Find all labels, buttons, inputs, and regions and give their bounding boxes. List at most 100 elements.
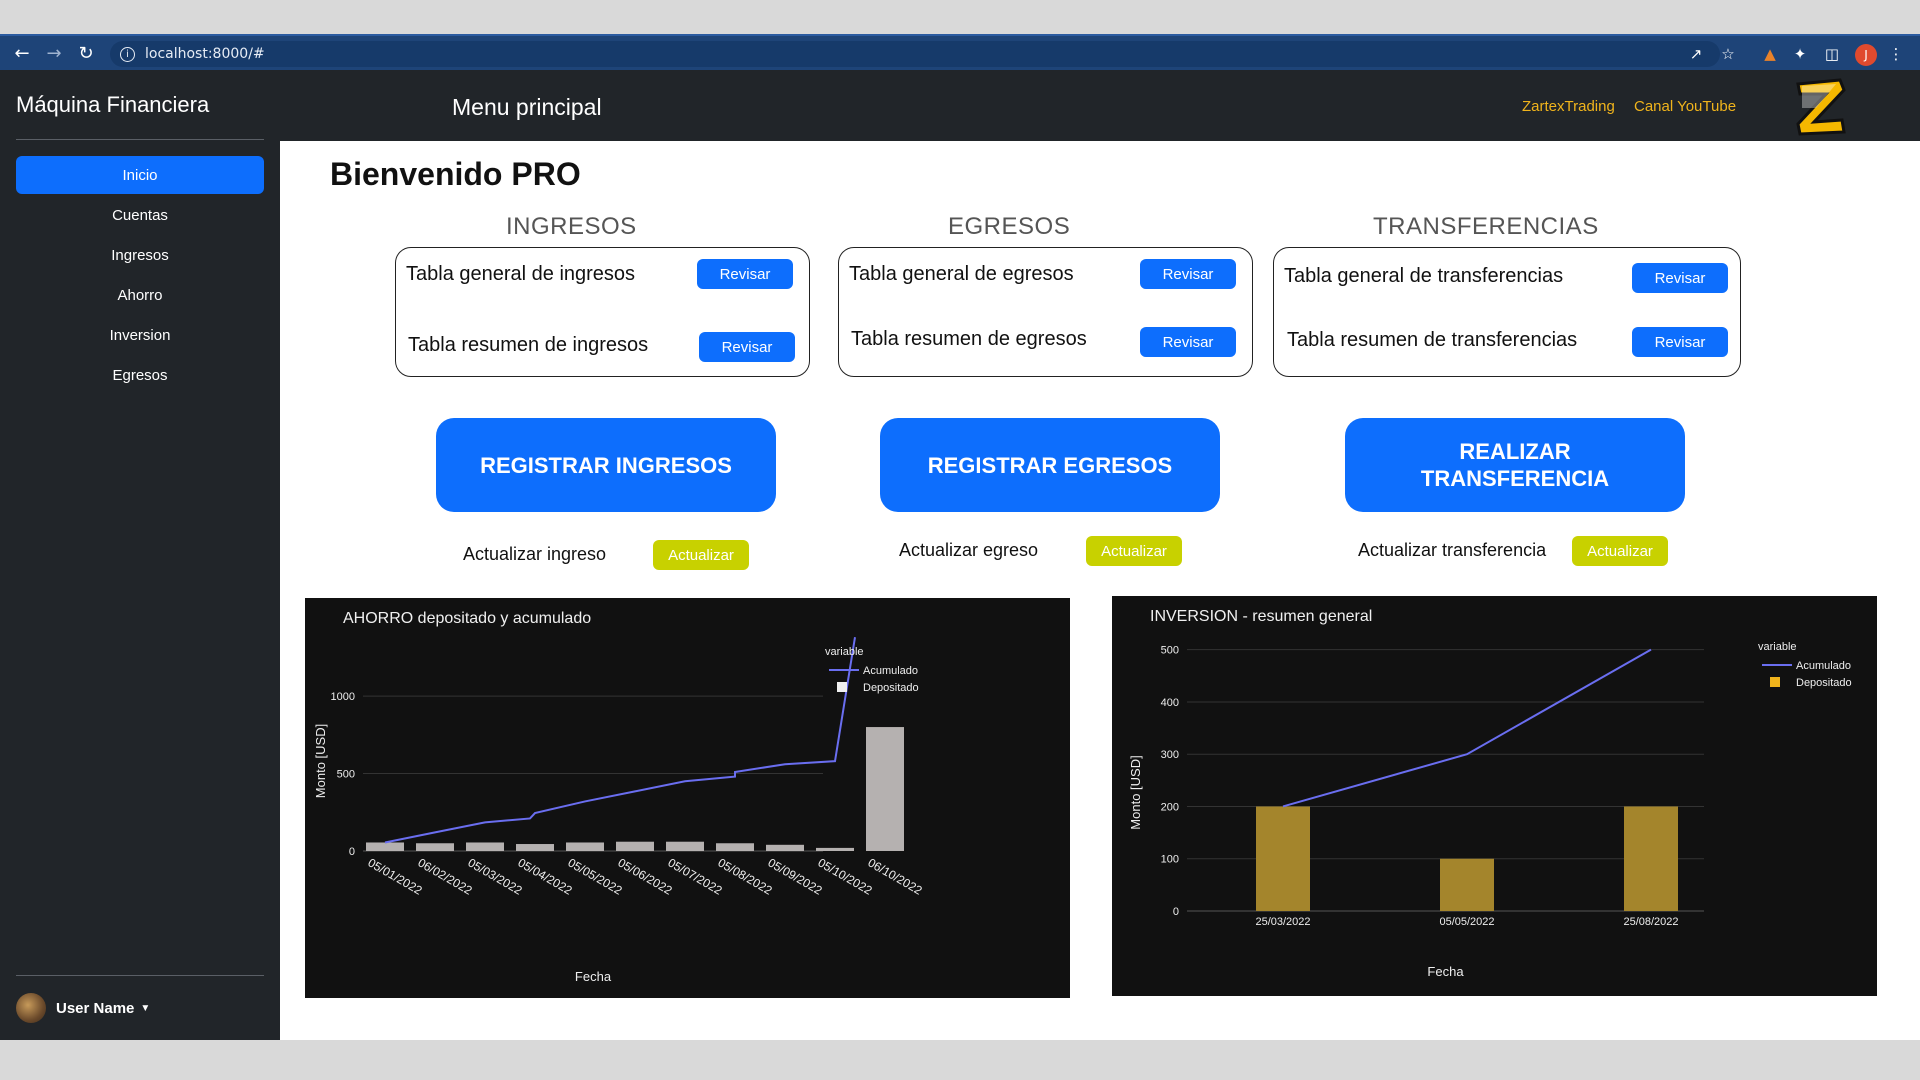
back-icon[interactable]: ← (8, 39, 36, 67)
sidebar-item-ahorro[interactable]: Ahorro (16, 276, 264, 314)
reload-icon[interactable]: ↻ (72, 39, 100, 67)
revisar-general-egresos-button[interactable]: Revisar (1140, 259, 1236, 289)
row-label-general-transferencias: Tabla general de transferencias (1284, 265, 1564, 287)
inversion-chart[interactable]: INVERSION - resumen general 0 100 200 300 40… (1112, 596, 1877, 996)
revisar-resumen-ingresos-button[interactable]: Revisar (699, 332, 795, 362)
bar-depositado (366, 842, 404, 851)
actualizar-ingreso-button[interactable]: Actualizar (653, 540, 749, 570)
bar-depositado (616, 841, 654, 851)
x-tick-label: 05/03/2022 (466, 855, 525, 897)
registrar-egresos-button[interactable]: REGISTRAR EGRESOS (880, 418, 1220, 512)
bar-depositado (516, 844, 554, 851)
bar-depositado (816, 847, 854, 851)
bar-depositado (766, 844, 804, 851)
realizar-transferencia-button[interactable]: REALIZAR TRANSFERENCIA (1345, 418, 1685, 512)
fox-extension-icon[interactable]: ▲ (1760, 44, 1780, 64)
y-tick-label: 500 (1161, 645, 1179, 657)
row-label-resumen-egresos: Tabla resumen de egresos (851, 328, 1087, 350)
bar-depositado (866, 727, 904, 851)
x-axis-label: Fecha (575, 969, 612, 984)
x-tick-label: 05/04/2022 (516, 855, 575, 897)
share-icon[interactable]: ↗ (1686, 44, 1706, 64)
bar-depositado (466, 842, 504, 851)
y-axis-label: Monto [USD] (313, 724, 328, 798)
main-content: Bienvenido PRO INGRESOS Tabla general de… (280, 141, 1920, 1040)
legend-title: variable (1758, 641, 1797, 653)
legend-title: variable (825, 646, 864, 658)
legend-bar-swatch (837, 682, 847, 692)
link-canal-youtube[interactable]: Canal YouTube (1634, 98, 1736, 115)
sidebar-divider (16, 139, 264, 140)
actualizar-egreso-button[interactable]: Actualizar (1086, 536, 1182, 566)
ahorro-chart-svg: 0500100005/01/202206/02/202205/03/202205… (313, 637, 925, 984)
brand-title[interactable]: Máquina Financiera (16, 92, 209, 118)
forward-icon[interactable]: → (40, 39, 68, 67)
row-label-resumen-transferencias: Tabla resumen de transferencias (1287, 329, 1578, 351)
x-tick-label: 05/01/2022 (366, 855, 425, 897)
legend-label-depositado: Depositado (863, 682, 919, 694)
x-tick-label: 06/10/2022 (866, 855, 925, 897)
info-icon[interactable]: i (120, 46, 135, 62)
y-tick-label: 100 (1161, 854, 1179, 866)
sidebar-bottom-divider (16, 975, 264, 976)
link-zartextrading[interactable]: ZartexTrading (1522, 98, 1615, 115)
side-panel-icon[interactable]: ◫ (1822, 44, 1842, 64)
y-tick-label: 400 (1161, 697, 1179, 709)
sidebar-item-ingresos[interactable]: Ingresos (16, 236, 264, 274)
sidebar-item-cuentas[interactable]: Cuentas (16, 196, 264, 234)
page-title: Bienvenido PRO (330, 156, 581, 192)
bar-depositado (666, 841, 704, 851)
bar-depositado (566, 842, 604, 851)
legend-label-acumulado: Acumulado (1796, 660, 1851, 672)
line-acumulado (384, 637, 856, 844)
sidebar-item-inversion[interactable]: Inversion (16, 316, 264, 354)
user-name: User Name (56, 999, 135, 1017)
y-tick-label: 0 (349, 846, 355, 858)
x-axis-label: Fecha (1427, 964, 1464, 979)
section-title-transferencias: TRANSFERENCIAS (1373, 213, 1599, 240)
bar-depositado (716, 843, 754, 851)
profile-avatar[interactable]: J (1855, 44, 1877, 66)
x-tick-label: 05/08/2022 (716, 855, 775, 897)
puzzle-extensions-icon[interactable]: ✦ (1790, 44, 1810, 64)
revisar-general-ingresos-button[interactable]: Revisar (697, 259, 793, 289)
sidebar-item-inicio[interactable]: Inicio (16, 156, 264, 194)
card-ingresos: Tabla general de ingresos Revisar Tabla … (395, 247, 810, 377)
x-tick-label: 06/02/2022 (416, 855, 475, 897)
line-acumulado (1282, 648, 1652, 808)
registrar-ingresos-button[interactable]: REGISTRAR INGRESOS (436, 418, 776, 512)
x-tick-label: 05/06/2022 (616, 855, 675, 897)
caret-down-icon: ▼ (140, 1002, 151, 1014)
bar-depositado (1256, 806, 1310, 911)
y-tick-label: 300 (1161, 749, 1179, 761)
x-tick-label: 05/07/2022 (666, 855, 725, 897)
y-tick-label: 200 (1161, 801, 1179, 813)
x-tick-label: 05/05/2022 (566, 855, 625, 897)
legend-label-acumulado: Acumulado (863, 665, 918, 677)
revisar-general-transferencias-button[interactable]: Revisar (1632, 263, 1728, 293)
actualizar-transferencia-button[interactable]: Actualizar (1572, 536, 1668, 566)
bar-depositado (1624, 806, 1678, 911)
app-header: Máquina Financiera Menu principal Zartex… (0, 70, 1920, 141)
card-transferencias: Tabla general de transferencias Revisar … (1273, 247, 1741, 377)
x-tick-label: 25/03/2022 (1255, 916, 1310, 928)
update-label-transferencia: Actualizar transferencia (1358, 540, 1547, 560)
address-bar[interactable]: i localhost:8000/# (110, 41, 1720, 67)
ahorro-chart[interactable]: AHORRO depositado y acumulado 0 500 1000 05… (305, 598, 1070, 998)
inversion-chart-svg: 0 100 200 300 400 500 25/03/2022 05/05/2022 25/0… (1128, 641, 1852, 979)
y-tick-label: 500 (337, 769, 355, 781)
revisar-resumen-transferencias-button[interactable]: Revisar (1632, 327, 1728, 357)
menu-title: Menu principal (452, 94, 602, 120)
zartex-logo[interactable] (1792, 78, 1848, 136)
y-tick-label: 1000 (331, 691, 355, 703)
row-label-resumen-ingresos: Tabla resumen de ingresos (408, 334, 649, 356)
avatar (16, 993, 46, 1023)
row-label-general-egresos: Tabla general de egresos (849, 263, 1074, 285)
revisar-resumen-egresos-button[interactable]: Revisar (1140, 327, 1236, 357)
bookmark-star-icon[interactable]: ☆ (1718, 44, 1738, 64)
section-title-egresos: EGRESOS (948, 213, 1071, 240)
kebab-menu-icon[interactable]: ⋮ (1886, 44, 1906, 64)
sidebar-item-egresos[interactable]: Egresos (16, 356, 264, 394)
user-dropdown[interactable]: User Name ▼ (16, 993, 150, 1023)
browser-toolbar: ← → ↻ i localhost:8000/# ↗ ☆ ▲ ✦ ◫ J ⋮ (0, 34, 1920, 70)
